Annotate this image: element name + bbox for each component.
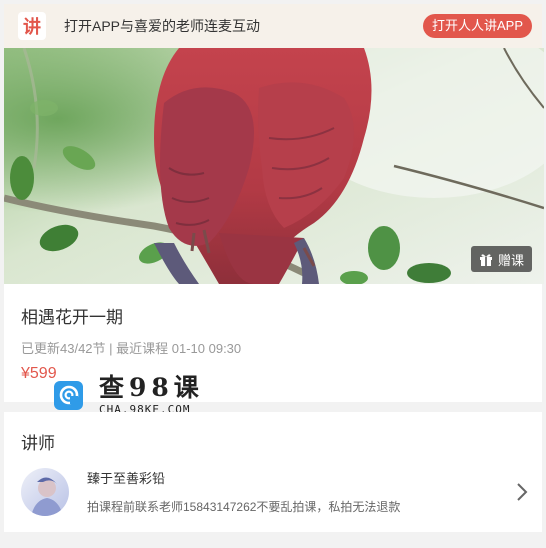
watermark-text: 查98课 CHA.98KE.COM: [99, 374, 204, 416]
gift-course-button[interactable]: 赠课: [470, 246, 532, 272]
course-update-info: 已更新43/42节 | 最近课程 01-10 09:30: [21, 341, 242, 356]
open-app-button[interactable]: 打开人人讲APP: [422, 14, 532, 38]
course-title: 相遇花开一期: [21, 308, 123, 327]
teacher-description: 拍课程前联系老师15843147262不要乱拍课，私拍无法退款: [87, 500, 401, 514]
course-cover-image: 赠课: [4, 48, 544, 284]
teacher-name: 臻于至善彩铅: [87, 471, 166, 486]
cardinal-bird-illustration: [4, 48, 544, 284]
gift-icon: [479, 254, 492, 266]
app-logo-icon: 讲: [18, 12, 46, 40]
chevron-right-icon[interactable]: [516, 482, 528, 502]
teacher-avatar[interactable]: [21, 468, 69, 516]
watermark-logo-icon: [54, 380, 83, 410]
page: 讲 打开APP与喜爱的老师连麦互动 打开人人讲APP 赠课 相遇花开一期 已更新…: [0, 0, 546, 548]
teacher-section-title: 讲师: [21, 434, 55, 453]
course-price: ¥599: [21, 365, 57, 382]
watermark: 查98课 CHA.98KE.COM: [54, 374, 204, 416]
watermark-title: 查98课: [99, 373, 204, 402]
banner-text: 打开APP与喜爱的老师连麦互动: [64, 18, 261, 34]
app-download-banner[interactable]: 讲 打开APP与喜爱的老师连麦互动 打开人人讲APP: [4, 4, 542, 48]
gift-course-label: 赠课: [497, 252, 524, 268]
teacher-card[interactable]: 讲师 臻于至善彩铅 拍课程前联系老师15843147262不要乱拍课，私拍无法退…: [4, 412, 542, 532]
